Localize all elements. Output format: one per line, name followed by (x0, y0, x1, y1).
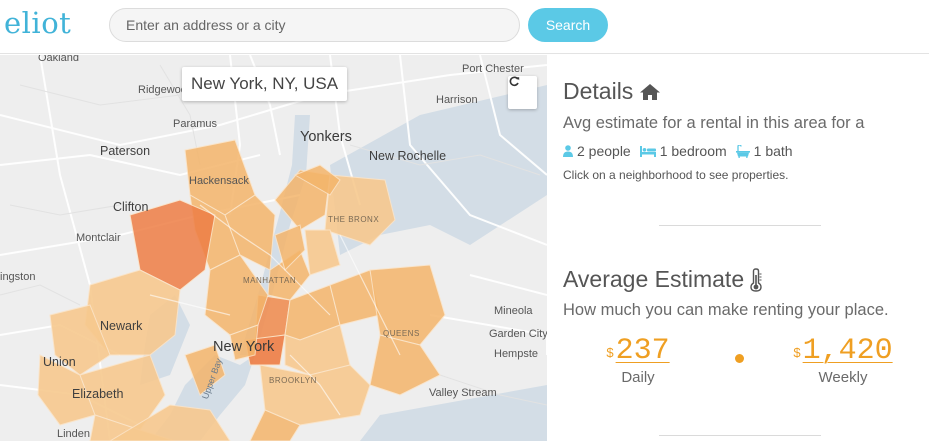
rental-specs: 2 people 1 bedroom 1 bath (563, 143, 802, 159)
address-search-input[interactable] (109, 8, 520, 42)
details-panel: Details Avg estimate for a rental in thi… (547, 55, 929, 441)
spec-people: 2 people (563, 143, 631, 159)
weekly-amount[interactable]: $1,420 (788, 334, 898, 368)
location-label-box: New York, NY, USA (182, 67, 348, 101)
spec-bedroom-label: 1 bedroom (659, 143, 727, 159)
daily-label: Daily (621, 369, 655, 386)
map-label-mineola: Mineola (494, 305, 533, 317)
map-label-montclair: Montclair (76, 232, 121, 244)
weekly-label: Weekly (818, 369, 868, 386)
details-heading: Details (563, 78, 661, 105)
bed-icon (639, 145, 656, 157)
refresh-icon (509, 76, 520, 87)
map-label-livingston: ingston (0, 271, 36, 283)
map-label-brooklyn: BROOKLYN (269, 376, 317, 385)
map-label-the-bronx: THE BRONX (328, 215, 380, 224)
daily-amount[interactable]: $237 (603, 334, 673, 368)
map-label-hackensack: Hackensack (189, 175, 249, 187)
map-view[interactable]: Oakland Port Chester Ridgewood Harrison … (0, 55, 547, 441)
map-label-oakland: Oakland (38, 55, 79, 64)
top-bar: eliot Search (0, 0, 929, 54)
weekly-value: 1,420 (802, 334, 893, 368)
average-subtitle: How much you can make renting your place… (563, 301, 889, 319)
daily-estimate: $237 Daily (603, 334, 673, 386)
map-label-queens: QUEENS (383, 329, 420, 338)
app-logo[interactable]: eliot (4, 6, 71, 40)
map-label-valley-stream: Valley Stream (429, 387, 497, 399)
average-title: Average Estimate (563, 266, 745, 292)
map-label-harrison: Harrison (436, 94, 478, 106)
region-queens-s (369, 334, 441, 396)
thermometer-icon (750, 267, 762, 292)
map-label-linden: Linden (57, 428, 91, 440)
spec-bath: 1 bath (735, 143, 793, 159)
map-label-elizabeth: Elizabeth (72, 387, 124, 401)
map-label-new-york: New York (213, 339, 275, 355)
user-icon (563, 145, 573, 157)
map-label-newark: Newark (100, 319, 143, 333)
section-divider-bottom (659, 435, 821, 436)
neighborhood-hint: Click on a neighborhood to see propertie… (563, 168, 789, 182)
home-icon (640, 83, 661, 100)
daily-currency: $ (606, 345, 614, 360)
map-label-paterson: Paterson (100, 144, 151, 158)
region-riverdale (304, 229, 341, 276)
map-label-port-chester: Port Chester (462, 63, 524, 75)
details-subtitle: Avg estimate for a rental in this area f… (563, 114, 865, 132)
spec-bath-label: 1 bath (753, 143, 793, 159)
map-label-hempstead: Hempste (494, 348, 539, 360)
spec-people-label: 2 people (577, 143, 631, 159)
search-button[interactable]: Search (528, 8, 608, 42)
details-title: Details (563, 78, 634, 104)
estimate-separator-dot (735, 354, 744, 363)
map-label-clifton: Clifton (113, 200, 149, 214)
refresh-map-button[interactable] (508, 76, 537, 109)
spec-bedroom: 1 bedroom (639, 143, 727, 159)
map-label-new-rochelle: New Rochelle (369, 149, 447, 163)
daily-value: 237 (615, 334, 670, 368)
map-label-garden-city: Garden City (489, 328, 547, 340)
map-label-yonkers: Yonkers (300, 129, 352, 145)
map-label-paramus: Paramus (173, 118, 218, 130)
map-label-manhattan: MANHATTAN (243, 276, 297, 285)
section-divider (659, 225, 821, 226)
bath-icon (735, 144, 750, 158)
weekly-estimate: $1,420 Weekly (788, 334, 898, 386)
weekly-currency: $ (793, 345, 801, 360)
average-heading: Average Estimate (563, 266, 763, 293)
map-label-union: Union (43, 355, 76, 369)
